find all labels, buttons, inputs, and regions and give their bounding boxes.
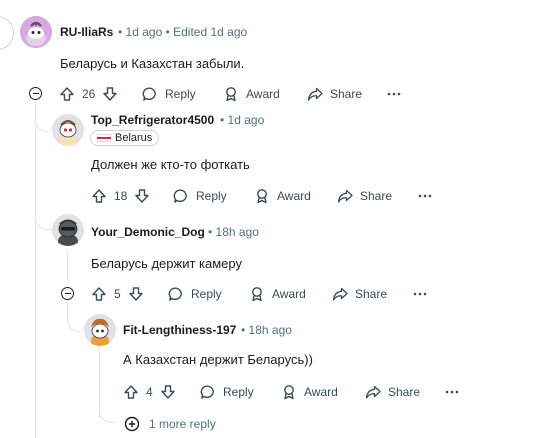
comment-author[interactable]: Top_Refrigerator4500 bbox=[91, 113, 214, 127]
comment-author[interactable]: Fit-Lengthiness-197 bbox=[123, 323, 236, 337]
comment-meta: • 1d ago • Edited 1d ago bbox=[118, 25, 248, 39]
avatar[interactable] bbox=[52, 114, 84, 146]
vote-count: 4 bbox=[146, 385, 153, 399]
thread-connector bbox=[35, 102, 51, 132]
award-label: Award bbox=[304, 385, 338, 399]
award-icon bbox=[284, 385, 294, 400]
comment-text: А Казахстан держит Беларусь)) bbox=[123, 352, 313, 367]
reply-icon bbox=[168, 287, 182, 301]
upvote-icon[interactable] bbox=[91, 188, 107, 204]
reply-icon bbox=[200, 385, 214, 399]
more-options-icon[interactable] bbox=[413, 291, 427, 297]
reply-button[interactable]: Reply bbox=[173, 188, 227, 204]
plus-circle-icon bbox=[124, 416, 140, 432]
comment-text: Беларусь держит камеру bbox=[91, 256, 242, 271]
thread-line bbox=[35, 108, 36, 438]
vote-group: 4 bbox=[123, 384, 176, 400]
reply-button[interactable]: Reply bbox=[168, 286, 222, 302]
vote-count: 18 bbox=[114, 189, 128, 203]
share-icon bbox=[337, 189, 353, 203]
downvote-icon[interactable] bbox=[134, 188, 150, 204]
comment-text: Должен же кто-то фоткать bbox=[91, 157, 250, 172]
reply-icon bbox=[142, 87, 156, 101]
comment-meta: • 18h ago bbox=[208, 225, 259, 239]
thread-connector bbox=[67, 300, 83, 332]
share-label: Share bbox=[355, 287, 388, 301]
downvote-icon[interactable] bbox=[160, 384, 176, 400]
share-icon bbox=[332, 287, 348, 301]
snoo-avatar-icon bbox=[52, 214, 84, 246]
downvote-icon[interactable] bbox=[102, 86, 118, 102]
more-replies-button[interactable]: 1 more reply bbox=[124, 416, 216, 432]
comment-author[interactable]: Your_Demonic_Dog bbox=[91, 225, 205, 239]
reply-icon bbox=[173, 189, 187, 203]
award-button[interactable]: Award bbox=[281, 384, 338, 400]
share-icon bbox=[365, 385, 381, 399]
award-label: Award bbox=[272, 287, 306, 301]
collapse-thread-button[interactable] bbox=[29, 87, 42, 100]
flair-label: Belarus bbox=[115, 132, 153, 144]
parent-avatar-partial bbox=[0, 16, 14, 50]
share-icon bbox=[307, 87, 323, 101]
award-button[interactable]: Award bbox=[249, 286, 306, 302]
upvote-icon[interactable] bbox=[59, 86, 75, 102]
comment-text: Беларусь и Казахстан забыли. bbox=[60, 56, 245, 71]
award-label: Award bbox=[246, 87, 280, 101]
share-button[interactable]: Share bbox=[332, 286, 387, 302]
more-replies-label: 1 more reply bbox=[149, 417, 216, 431]
upvote-icon[interactable] bbox=[123, 384, 139, 400]
snoo-avatar-icon bbox=[84, 314, 116, 346]
award-button[interactable]: Award bbox=[223, 86, 280, 102]
avatar[interactable] bbox=[52, 214, 84, 246]
avatar[interactable] bbox=[20, 16, 52, 48]
reply-label: Reply bbox=[191, 287, 222, 301]
avatar[interactable] bbox=[84, 314, 116, 346]
share-button[interactable]: Share bbox=[307, 86, 362, 102]
vote-group: 18 bbox=[91, 188, 150, 204]
vote-count: 26 bbox=[82, 87, 96, 101]
thread-connector bbox=[35, 200, 51, 230]
upvote-icon[interactable] bbox=[91, 286, 107, 302]
award-icon bbox=[226, 87, 236, 102]
share-label: Share bbox=[330, 87, 363, 101]
thread-connector bbox=[99, 395, 117, 423]
award-icon bbox=[257, 189, 267, 204]
award-button[interactable]: Award bbox=[254, 188, 311, 204]
award-icon bbox=[252, 287, 262, 302]
award-label: Award bbox=[277, 189, 311, 203]
reply-button[interactable]: Reply bbox=[200, 384, 254, 400]
vote-count: 5 bbox=[114, 287, 121, 301]
more-options-icon[interactable] bbox=[387, 91, 401, 97]
downvote-icon[interactable] bbox=[128, 286, 144, 302]
more-options-icon[interactable] bbox=[418, 193, 432, 199]
belarus-flag-icon bbox=[97, 133, 111, 143]
thread-line bbox=[67, 250, 68, 280]
comment-meta: • 1d ago bbox=[220, 113, 265, 127]
comment-meta: • 18h ago bbox=[241, 323, 292, 337]
share-button[interactable]: Share bbox=[365, 384, 420, 400]
more-options-icon[interactable] bbox=[445, 389, 459, 395]
reply-label: Reply bbox=[223, 385, 254, 399]
share-button[interactable]: Share bbox=[337, 188, 392, 204]
reply-label: Reply bbox=[196, 189, 227, 203]
snoo-avatar-icon bbox=[20, 16, 52, 48]
vote-group: 26 bbox=[59, 86, 118, 102]
comment-author[interactable]: RU-IliaRs bbox=[60, 25, 113, 39]
collapse-thread-button[interactable] bbox=[61, 287, 74, 300]
vote-group: 5 bbox=[91, 286, 144, 302]
share-label: Share bbox=[360, 189, 393, 203]
user-flair: Belarus bbox=[90, 130, 160, 146]
snoo-avatar-icon bbox=[52, 114, 84, 146]
reply-label: Reply bbox=[165, 87, 196, 101]
reply-button[interactable]: Reply bbox=[142, 86, 196, 102]
share-label: Share bbox=[388, 385, 421, 399]
